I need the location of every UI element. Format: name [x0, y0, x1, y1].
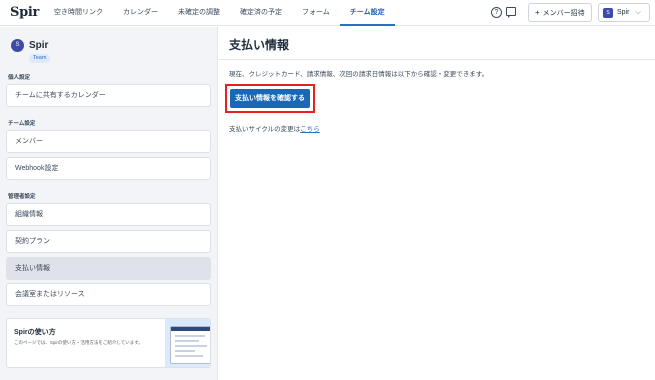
- sidebar-item-webhook[interactable]: Webhook設定: [6, 157, 211, 180]
- user-name: Spir: [617, 9, 630, 16]
- help-icon[interactable]: ?: [491, 7, 502, 18]
- page-title: 支払い情報: [229, 38, 290, 52]
- avatar: S: [603, 7, 613, 18]
- nav-item-free-time-link[interactable]: 空き時間リンク: [44, 0, 113, 26]
- screen-preview-icon: [170, 326, 210, 364]
- promo-title: Spirの使い方: [14, 329, 56, 336]
- sidebar-item-plan[interactable]: 契約プラン: [6, 230, 211, 253]
- team-name: Spir: [29, 40, 49, 51]
- spir-logo[interactable]: Spir: [10, 5, 39, 20]
- team-avatar: S: [11, 39, 24, 52]
- section-label-team: チーム設定: [8, 121, 36, 127]
- sidebar-item-shared-calendar[interactable]: チームに共有するカレンダー: [6, 84, 211, 107]
- payment-cycle-label: 支払いサイクルの変更は: [229, 126, 301, 133]
- payment-description: 現在、クレジットカード、請求情報、次回の請求日情報は以下から確認・変更できます。: [229, 71, 489, 78]
- main-nav: 空き時間リンク カレンダー 未確定の調整 確定済の予定 フォーム チーム設定: [44, 0, 395, 26]
- nav-item-confirmed[interactable]: 確定済の予定: [230, 0, 292, 26]
- section-label-admin: 管理者設定: [8, 194, 36, 200]
- confirm-payment-button[interactable]: 支払い情報を確認する: [230, 89, 310, 108]
- nav-item-calendar[interactable]: カレンダー: [113, 0, 168, 26]
- payment-cycle-text: 支払いサイクルの変更はこちら: [229, 123, 320, 133]
- top-bar: Spir 空き時間リンク カレンダー 未確定の調整 確定済の予定 フォーム チー…: [0, 0, 655, 26]
- payment-cycle-link[interactable]: こちら: [300, 126, 320, 133]
- sidebar: S Spir Team 個人設定 チームに共有するカレンダー チーム設定 メンバ…: [0, 27, 218, 380]
- chevron-down-icon: ⌵: [635, 8, 641, 16]
- user-menu-button[interactable]: S Spir ⌵: [598, 3, 650, 22]
- add-user-icon: +: [535, 8, 540, 17]
- chat-icon[interactable]: [506, 7, 516, 18]
- invite-member-button[interactable]: + メンバー招待: [528, 3, 592, 22]
- sidebar-item-organization[interactable]: 組織情報: [6, 203, 211, 226]
- sidebar-item-rooms-resources[interactable]: 会議室またはリソース: [6, 283, 211, 306]
- title-divider: [219, 59, 655, 60]
- nav-item-team-settings[interactable]: チーム設定: [339, 0, 395, 26]
- invite-member-label: メンバー招待: [542, 9, 585, 17]
- promo-description: このページでは、Spirの使い方・活用方法をご紹介しています。: [14, 340, 143, 345]
- nav-item-form[interactable]: フォーム: [292, 0, 340, 26]
- section-label-personal: 個人設定: [8, 75, 31, 81]
- how-to-use-card[interactable]: Spirの使い方 このページでは、Spirの使い方・活用方法をご紹介しています。: [6, 318, 211, 368]
- sidebar-item-payment[interactable]: 支払い情報: [6, 257, 211, 280]
- nav-item-pending[interactable]: 未確定の調整: [168, 0, 230, 26]
- sidebar-item-members[interactable]: メンバー: [6, 130, 211, 153]
- team-badge: Team: [29, 54, 51, 63]
